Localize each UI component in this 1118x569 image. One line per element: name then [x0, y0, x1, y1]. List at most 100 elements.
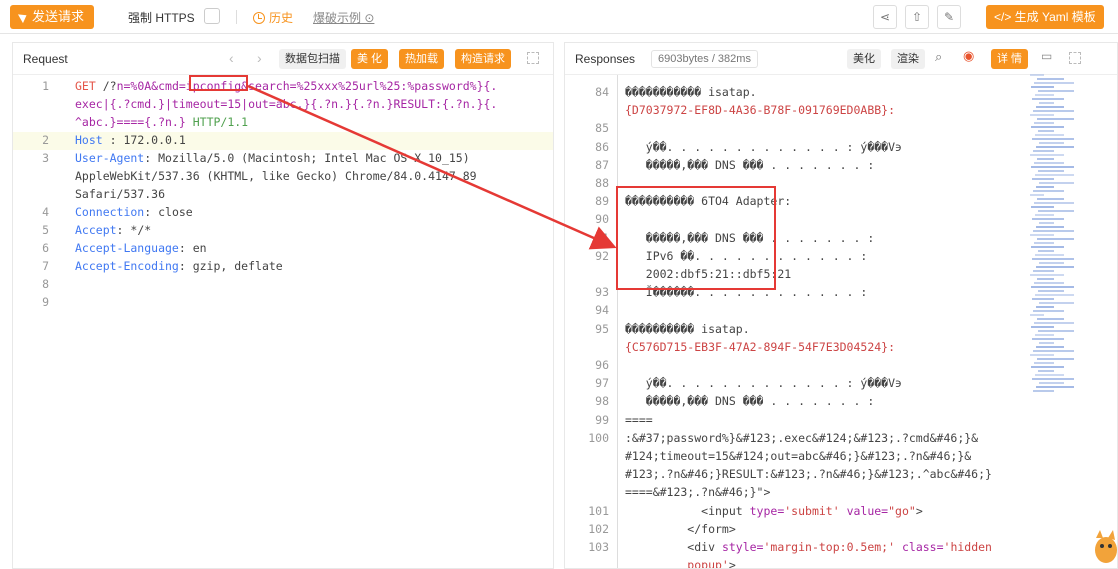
highlight-ipv6-box	[616, 186, 776, 290]
line-number: 92	[595, 248, 609, 263]
code-minimap[interactable]	[1030, 74, 1078, 394]
prev-arrow-icon[interactable]: ‹	[229, 50, 234, 66]
code-token: ý��. . . . . . . . . . . . . : ý���V϶	[625, 139, 902, 154]
code-line: ^abc.}===={.?n.} HTTP/1.1	[75, 115, 248, 129]
hot-reload-button[interactable]: 热加载	[399, 49, 444, 69]
minimap-line	[1032, 338, 1064, 340]
code-token: Accept-Language	[75, 241, 179, 255]
code-line: <input type='submit' value="go">	[625, 504, 923, 518]
expand-icon[interactable]	[527, 52, 539, 64]
code-token: 'submit'	[784, 503, 840, 518]
top-toolbar: 发送请求 强制 HTTPS 历史 爆破示例 ⊙ ⋖ ⇧ ✎ </> 生成 Yam…	[0, 0, 1118, 34]
minimap-line	[1034, 242, 1054, 244]
code-token: #124;timeout=15&#124;out=abc&#46;}&#123;…	[625, 449, 972, 463]
code-token: : en	[178, 241, 207, 255]
search-icon[interactable]: ⌕	[935, 49, 942, 65]
minimap-line	[1037, 238, 1074, 240]
minimap-line	[1035, 134, 1064, 136]
gutter-divider	[617, 75, 618, 568]
code-line: #123;.?n&#46;}RESULT:&#123;.?n&#46;}&#12…	[625, 467, 992, 481]
code-token: >	[728, 558, 736, 569]
code-line: #124;timeout=15&#124;out=abc&#46;}&#123;…	[625, 449, 971, 463]
line-number: 84	[595, 85, 609, 99]
code-token: Host	[75, 133, 103, 147]
chrome-icon[interactable]: ◉	[963, 48, 974, 64]
minimap-line	[1030, 74, 1044, 76]
line-number: 99	[595, 412, 609, 427]
line-number: 93	[595, 285, 609, 300]
code-token: class=	[895, 540, 944, 554]
brute-example-link[interactable]: 爆破示例 ⊙	[313, 9, 374, 26]
minimap-line	[1032, 218, 1064, 220]
minimap-line	[1038, 90, 1074, 92]
comment-icon[interactable]: ▭	[1041, 49, 1052, 63]
edit-icon[interactable]: ✎	[937, 5, 961, 29]
code-token: exec|{.?cmd.}|timeout=15|out=abc.}{.?n.}…	[75, 97, 498, 111]
code-line: Accept-Encoding: gzip, deflate	[75, 259, 283, 273]
minimap-line	[1034, 122, 1054, 124]
minimap-line	[1039, 222, 1054, 224]
history-button[interactable]: 历史	[253, 9, 293, 26]
line-number: 95	[595, 321, 609, 336]
code-token: </form>	[625, 521, 736, 536]
minimap-line	[1035, 334, 1054, 336]
minimap-line	[1031, 246, 1064, 248]
code-token: User-Agent	[75, 151, 145, 165]
line-number: 97	[595, 376, 609, 391]
send-request-button[interactable]: 发送请求	[10, 5, 95, 29]
minimap-line	[1031, 206, 1054, 208]
minimap-line	[1030, 154, 1064, 156]
minimap-line	[1036, 266, 1074, 268]
minimap-line	[1035, 254, 1064, 256]
minimap-line	[1031, 286, 1074, 288]
line-number: 98	[595, 394, 609, 409]
minimap-line	[1039, 382, 1064, 384]
request-editor[interactable]: 1 GET /?n=%0A&cmd=ipconfig&search=%25xxx%…	[13, 75, 553, 568]
code-line: ����������� isatap.	[625, 85, 757, 99]
minimap-line	[1030, 314, 1044, 316]
line-number: 9	[42, 295, 49, 309]
render-button[interactable]: 渲染	[891, 49, 925, 69]
minimap-line	[1038, 330, 1074, 332]
request-title: Request	[23, 52, 68, 66]
detail-button[interactable]: 详 情	[991, 49, 1029, 69]
code-token: n=%0A&cmd=ipconfig&search=%25xxx%25url%2…	[116, 79, 498, 93]
minimap-line	[1037, 278, 1054, 280]
code-line: ý��. . . . . . . . . . . . . : ý���V϶	[625, 376, 902, 390]
code-token: Accept	[75, 223, 117, 237]
code-token: >	[915, 503, 923, 518]
line-number: 94	[595, 303, 609, 318]
export-icon[interactable]: ⇧	[905, 5, 929, 29]
code-token: ====	[625, 412, 653, 427]
code-line: Safari/537.36	[75, 187, 165, 201]
code-token: value=	[839, 503, 889, 518]
beautify-button[interactable]: 美 化	[351, 49, 389, 69]
code-token: #123;.?n&#46;}RESULT:&#123;.?n&#46;}&#12…	[625, 467, 992, 482]
beautify-response-button[interactable]: 美化	[847, 49, 881, 69]
code-token: type=	[749, 503, 785, 518]
next-arrow-icon[interactable]: ›	[257, 50, 262, 66]
packet-scan-button[interactable]: 数据包扫描	[279, 49, 346, 69]
code-token: :&#37;password%}&#123;.exec&#124;&#123;.…	[625, 430, 979, 445]
line-number: 91	[595, 230, 609, 245]
code-token: : gzip, deflate	[178, 259, 283, 273]
minimap-line	[1030, 274, 1064, 276]
line-number: 100	[588, 430, 609, 445]
send-request-label: 发送请求	[32, 9, 85, 24]
build-request-button[interactable]: 构造请求	[455, 49, 511, 69]
generate-yaml-button[interactable]: </> 生成 Yaml 模板	[986, 5, 1104, 29]
code-token: "go"	[888, 503, 916, 518]
minimap-line	[1034, 282, 1064, 284]
force-https-checkbox[interactable]	[204, 8, 220, 24]
share-icon[interactable]: ⋖	[873, 5, 897, 29]
minimap-line	[1035, 214, 1054, 216]
code-token: ����������� isatap.	[625, 85, 757, 99]
minimap-line	[1033, 350, 1074, 352]
minimap-line	[1039, 102, 1054, 104]
minimap-line	[1035, 294, 1074, 296]
expand-icon[interactable]	[1069, 52, 1081, 64]
minimap-line	[1039, 302, 1074, 304]
history-label: 历史	[269, 11, 294, 25]
minimap-line	[1031, 366, 1064, 368]
